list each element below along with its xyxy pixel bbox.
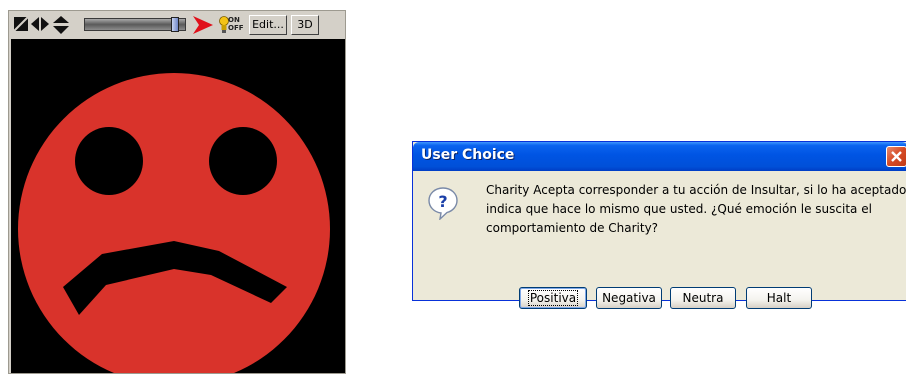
dialog-title: User Choice (421, 147, 515, 163)
dialog-message: Charity Acepta corresponder a tu acción … (486, 181, 906, 238)
close-icon (891, 151, 902, 162)
negativa-button[interactable]: Negativa (596, 287, 662, 309)
viewer-panel: ON OFF Edit... 3D (8, 10, 346, 374)
left-eye (75, 127, 143, 195)
pan-horizontal-icon[interactable] (31, 16, 49, 32)
face-circle (18, 73, 330, 373)
close-button[interactable] (886, 146, 906, 167)
neutra-button[interactable]: Neutra (670, 287, 736, 309)
positiva-button[interactable]: Positiva (519, 287, 587, 309)
on-off-toggle[interactable]: ON OFF (219, 15, 245, 35)
edit-button-label: Edit... (252, 18, 284, 31)
positiva-button-label: Positiva (527, 290, 579, 306)
sad-face-drawing (18, 73, 330, 373)
dialog-body: ? Charity Acepta corresponder a tu acció… (413, 171, 906, 309)
svg-text:?: ? (438, 192, 447, 211)
viewer-canvas[interactable] (11, 39, 345, 373)
play-arrow-icon[interactable] (193, 16, 213, 34)
slider-thumb[interactable] (171, 17, 180, 32)
view-3d-label: 3D (297, 18, 313, 31)
on-off-label: ON OFF (228, 16, 244, 32)
zoom-icon[interactable] (13, 16, 29, 32)
message-line: comportamiento de Charity? (486, 221, 659, 235)
negativa-button-label: Negativa (602, 291, 656, 305)
edit-button[interactable]: Edit... (249, 15, 287, 35)
message-line: Charity Acepta corresponder a tu acción … (486, 183, 906, 197)
dialog-titlebar[interactable]: User Choice (413, 142, 906, 171)
user-choice-dialog: User Choice ? Charity Acepta corresponde… (412, 141, 906, 309)
halt-button[interactable]: Halt (746, 287, 812, 309)
viewer-toolbar: ON OFF Edit... 3D (9, 11, 345, 39)
question-icon: ? (428, 187, 458, 220)
pan-vertical-icon[interactable] (52, 16, 70, 34)
neutra-button-label: Neutra (682, 291, 724, 305)
halt-button-label: Halt (766, 291, 792, 305)
view-3d-button[interactable]: 3D (291, 15, 319, 35)
right-eye (209, 127, 277, 195)
message-line: indica que hace lo mismo que usted. ¿Qué… (486, 202, 872, 216)
